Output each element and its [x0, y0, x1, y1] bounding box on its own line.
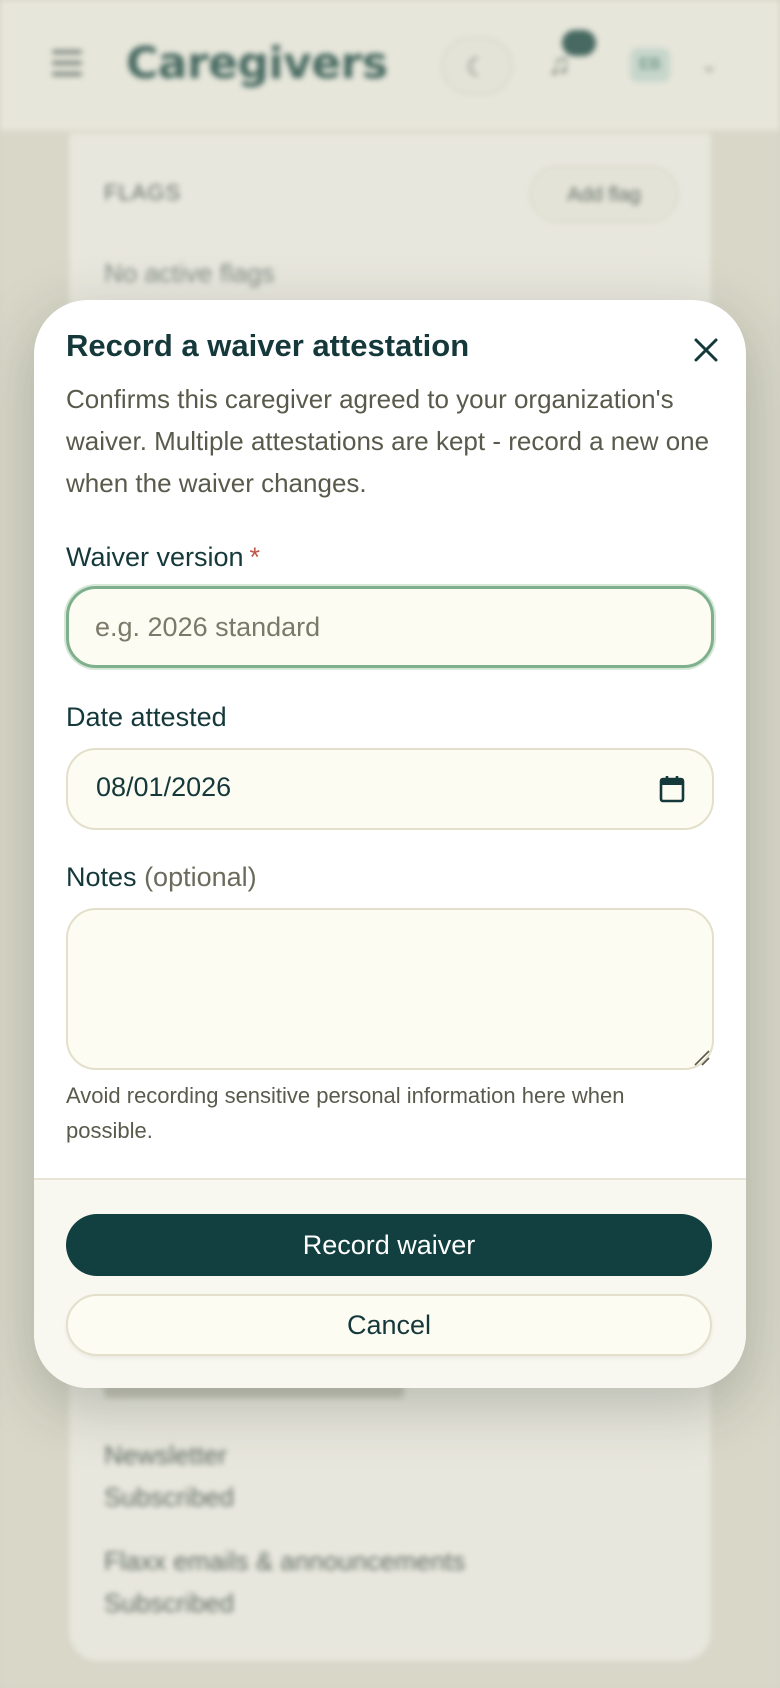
notes-help-text: Avoid recording sensitive personal infor… [66, 1083, 625, 1143]
required-indicator: * [249, 542, 261, 572]
notes-label: Notes (optional) [66, 862, 257, 893]
resize-grip-icon[interactable] [692, 1048, 710, 1066]
date-attested-label: Date attested [66, 702, 227, 732]
record-waiver-button[interactable]: Record waiver [66, 1214, 712, 1276]
date-value: 08/01/2026 [96, 772, 232, 802]
calendar-icon[interactable] [658, 774, 686, 804]
waiver-version-label-text: Waiver version [66, 542, 244, 572]
cancel-button[interactable]: Cancel [66, 1294, 712, 1356]
modal-description: Confirms this caregiver agreed to your o… [66, 384, 710, 498]
waiver-version-label: Waiver version * [66, 542, 260, 573]
notes-label-text: Notes [66, 862, 137, 892]
optional-indicator: (optional) [144, 862, 257, 892]
modal-footer: Record waiver Cancel [34, 1178, 746, 1388]
notes-textarea[interactable] [66, 908, 714, 1070]
waiver-version-input[interactable] [66, 586, 714, 668]
close-icon [694, 338, 718, 362]
waiver-modal: Record a waiver attestation Confirms thi… [34, 300, 746, 1388]
modal-title: Record a waiver attestation [66, 328, 470, 363]
close-button[interactable] [684, 328, 728, 372]
date-attested-input[interactable]: 08/01/2026 [66, 748, 714, 830]
